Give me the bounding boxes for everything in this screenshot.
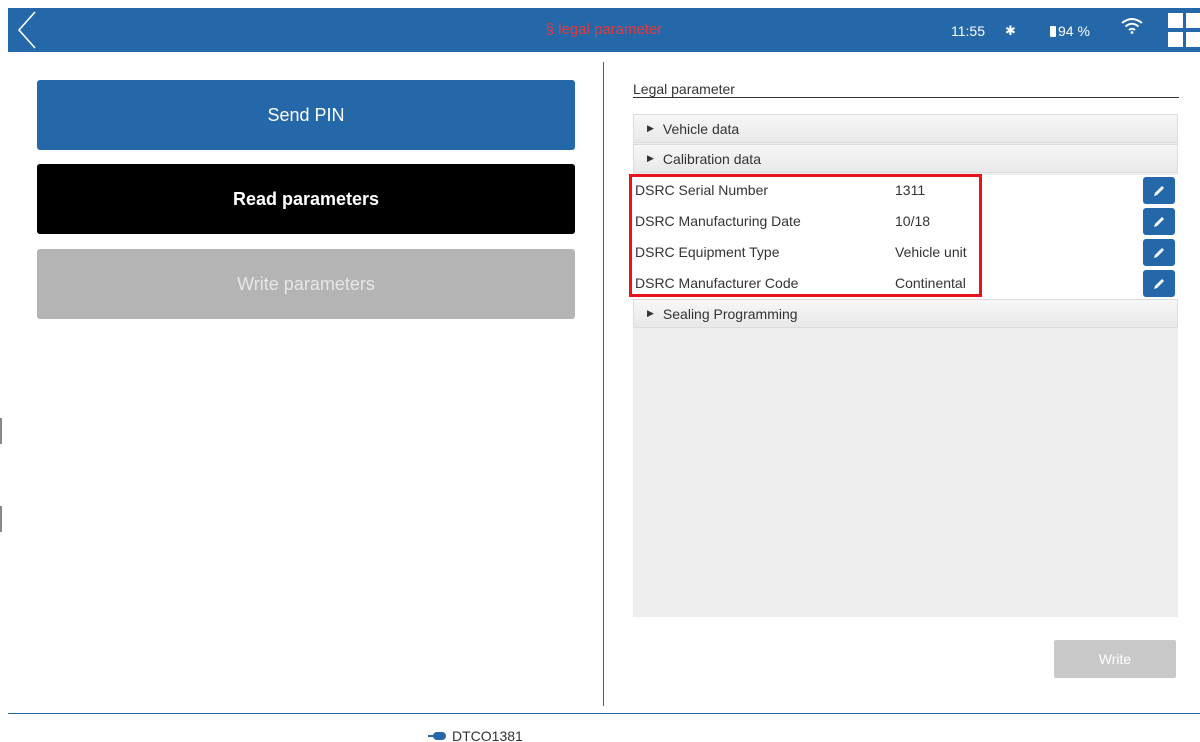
write-parameters-button[interactable]: Write parameters bbox=[37, 249, 575, 319]
triangle-right-icon: ▶ bbox=[647, 123, 654, 133]
param-row: DSRC Manufacturing Date 10/18 bbox=[633, 206, 1178, 237]
triangle-right-icon: ▶ bbox=[647, 153, 654, 163]
battery-icon bbox=[1050, 26, 1056, 37]
pencil-icon bbox=[1154, 186, 1164, 196]
param-value: Vehicle unit bbox=[895, 244, 967, 260]
back-button[interactable] bbox=[8, 8, 48, 52]
section-sealing-programming[interactable]: ▶ Sealing Programming bbox=[633, 299, 1178, 328]
top-bar: § legal parameter 11:55 ✱ 94 % bbox=[8, 8, 1200, 52]
clock: 11:55 bbox=[951, 23, 985, 39]
read-parameters-button[interactable]: Read parameters bbox=[37, 164, 575, 234]
battery-status: 94 % bbox=[1050, 8, 1090, 52]
param-value: 10/18 bbox=[895, 213, 931, 229]
edit-button[interactable] bbox=[1143, 208, 1175, 235]
param-label: DSRC Serial Number bbox=[635, 182, 769, 198]
param-label: DSRC Equipment Type bbox=[635, 244, 780, 260]
section-label: Vehicle data bbox=[662, 120, 740, 137]
wifi-icon bbox=[1121, 17, 1143, 37]
param-value: 1311 bbox=[895, 182, 926, 198]
bluetooth-icon: ✱ bbox=[1005, 23, 1016, 38]
edit-button[interactable] bbox=[1143, 177, 1175, 204]
send-pin-button[interactable]: Send PIN bbox=[37, 80, 575, 150]
edit-button[interactable] bbox=[1143, 239, 1175, 266]
edit-button[interactable] bbox=[1143, 270, 1175, 297]
param-row: DSRC Serial Number 1311 bbox=[633, 175, 1178, 206]
device-label: DTCO1381 bbox=[452, 728, 523, 742]
vertical-divider bbox=[603, 62, 604, 706]
chevron-left-icon bbox=[17, 11, 36, 49]
section-vehicle-data[interactable]: ▶ Vehicle data bbox=[633, 114, 1178, 143]
param-row: DSRC Equipment Type Vehicle unit bbox=[633, 237, 1178, 268]
section-label: Sealing Programming bbox=[662, 305, 798, 322]
param-row: DSRC Manufacturer Code Continental bbox=[633, 268, 1178, 299]
footer-divider bbox=[8, 713, 1200, 714]
legal-parameter-title: Legal parameter bbox=[633, 81, 1179, 98]
triangle-right-icon: ▶ bbox=[647, 308, 654, 318]
device-status: DTCO1381 bbox=[428, 728, 523, 742]
grid-menu-icon bbox=[1168, 13, 1183, 28]
battery-level: 94 % bbox=[1058, 23, 1090, 39]
page-title: § legal parameter bbox=[545, 21, 663, 38]
edge-mark bbox=[0, 506, 2, 532]
plug-icon bbox=[428, 732, 446, 740]
pencil-icon bbox=[1154, 248, 1164, 258]
section-label: Calibration data bbox=[662, 150, 761, 167]
edge-mark bbox=[0, 418, 2, 444]
param-value: Continental bbox=[895, 275, 966, 291]
param-label: DSRC Manufacturing Date bbox=[635, 213, 801, 229]
section-calibration-data[interactable]: ▶ Calibration data bbox=[633, 144, 1178, 173]
grid-menu-button[interactable] bbox=[1166, 10, 1200, 50]
write-button[interactable]: Write bbox=[1054, 640, 1176, 678]
pencil-icon bbox=[1154, 279, 1164, 289]
param-label: DSRC Manufacturer Code bbox=[635, 275, 799, 291]
pencil-icon bbox=[1154, 217, 1164, 227]
